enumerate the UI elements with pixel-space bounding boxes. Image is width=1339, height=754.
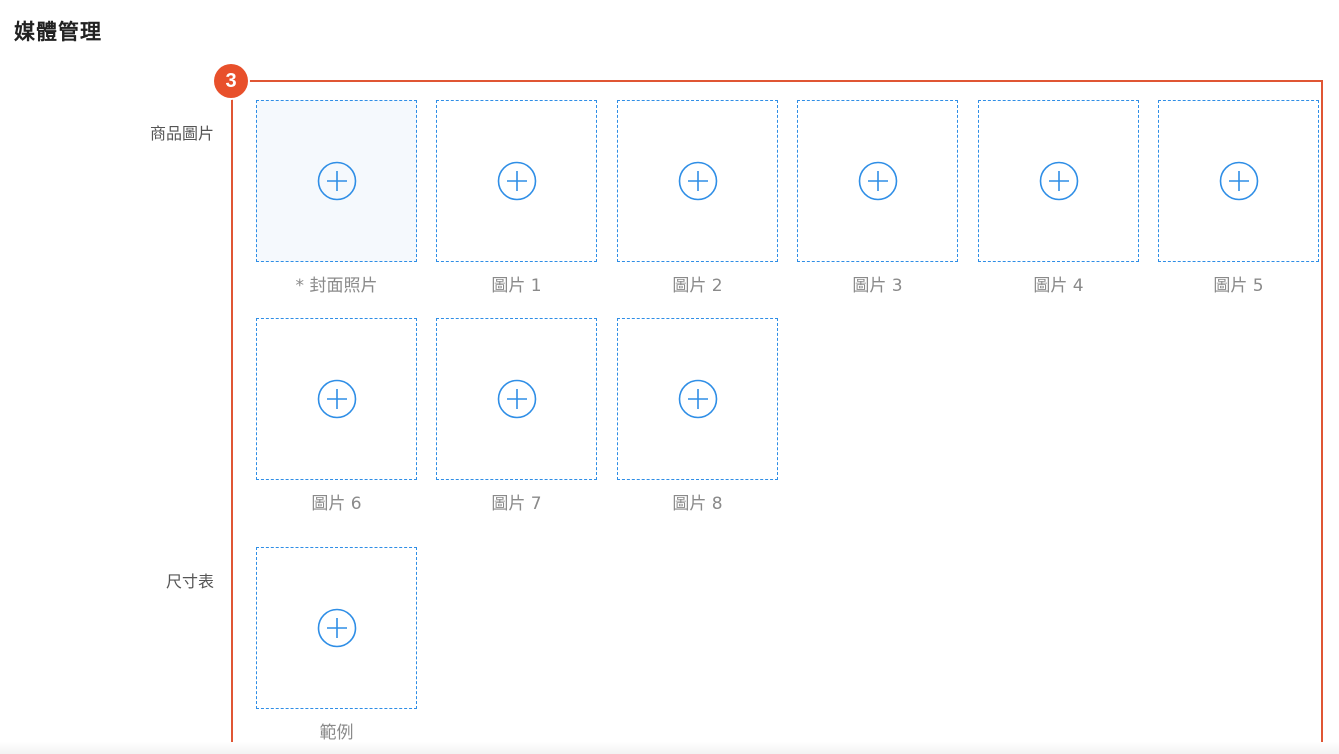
plus-circle-icon	[1219, 161, 1258, 201]
slot-label: 圖片 2	[672, 276, 723, 296]
slot-label: 圖片 3	[852, 276, 903, 296]
image-slot-7: 圖片 7	[436, 318, 597, 514]
upload-image-2-button[interactable]	[617, 100, 778, 262]
upload-size-chart-button[interactable]	[256, 547, 417, 709]
plus-circle-icon	[497, 379, 536, 419]
plus-circle-icon	[317, 379, 356, 419]
plus-circle-icon	[1039, 161, 1078, 201]
upload-image-5-button[interactable]	[1158, 100, 1319, 262]
upload-image-7-button[interactable]	[436, 318, 597, 480]
slot-label: 圖片 1	[491, 276, 542, 296]
product-images-label: 商品圖片	[149, 124, 214, 143]
image-slot-cover: * 封面照片	[256, 100, 417, 296]
step-badge: 3	[214, 64, 248, 98]
slot-label: 圖片 5	[1213, 276, 1264, 296]
upload-image-8-button[interactable]	[617, 318, 778, 480]
image-slot-8: 圖片 8	[617, 318, 778, 514]
image-slot-2: 圖片 2	[617, 100, 778, 296]
image-slot-5: 圖片 5	[1158, 100, 1319, 296]
upload-image-4-button[interactable]	[978, 100, 1139, 262]
upload-image-1-button[interactable]	[436, 100, 597, 262]
upload-cover-button[interactable]	[256, 100, 417, 262]
plus-circle-icon	[678, 161, 717, 201]
plus-circle-icon	[858, 161, 897, 201]
slot-label: 圖片 7	[491, 494, 542, 514]
size-chart-slot: 範例	[256, 547, 417, 743]
image-slot-4: 圖片 4	[978, 100, 1139, 296]
size-chart-label: 尺寸表	[165, 572, 214, 591]
plus-circle-icon	[678, 379, 717, 419]
upload-image-3-button[interactable]	[797, 100, 958, 262]
slot-label: 圖片 6	[311, 494, 362, 514]
plus-circle-icon	[317, 161, 356, 201]
size-chart-example-label: 範例	[319, 723, 354, 743]
image-slot-3: 圖片 3	[797, 100, 958, 296]
slot-label: * 封面照片	[295, 276, 378, 296]
plus-circle-icon	[497, 161, 536, 201]
upload-image-6-button[interactable]	[256, 318, 417, 480]
slot-label: 圖片 4	[1033, 276, 1084, 296]
plus-circle-icon	[317, 608, 356, 648]
slot-label: 圖片 8	[672, 494, 723, 514]
image-slot-6: 圖片 6	[256, 318, 417, 514]
bottom-edge	[0, 742, 1339, 754]
section-title: 媒體管理	[14, 20, 102, 44]
image-slot-1: 圖片 1	[436, 100, 597, 296]
